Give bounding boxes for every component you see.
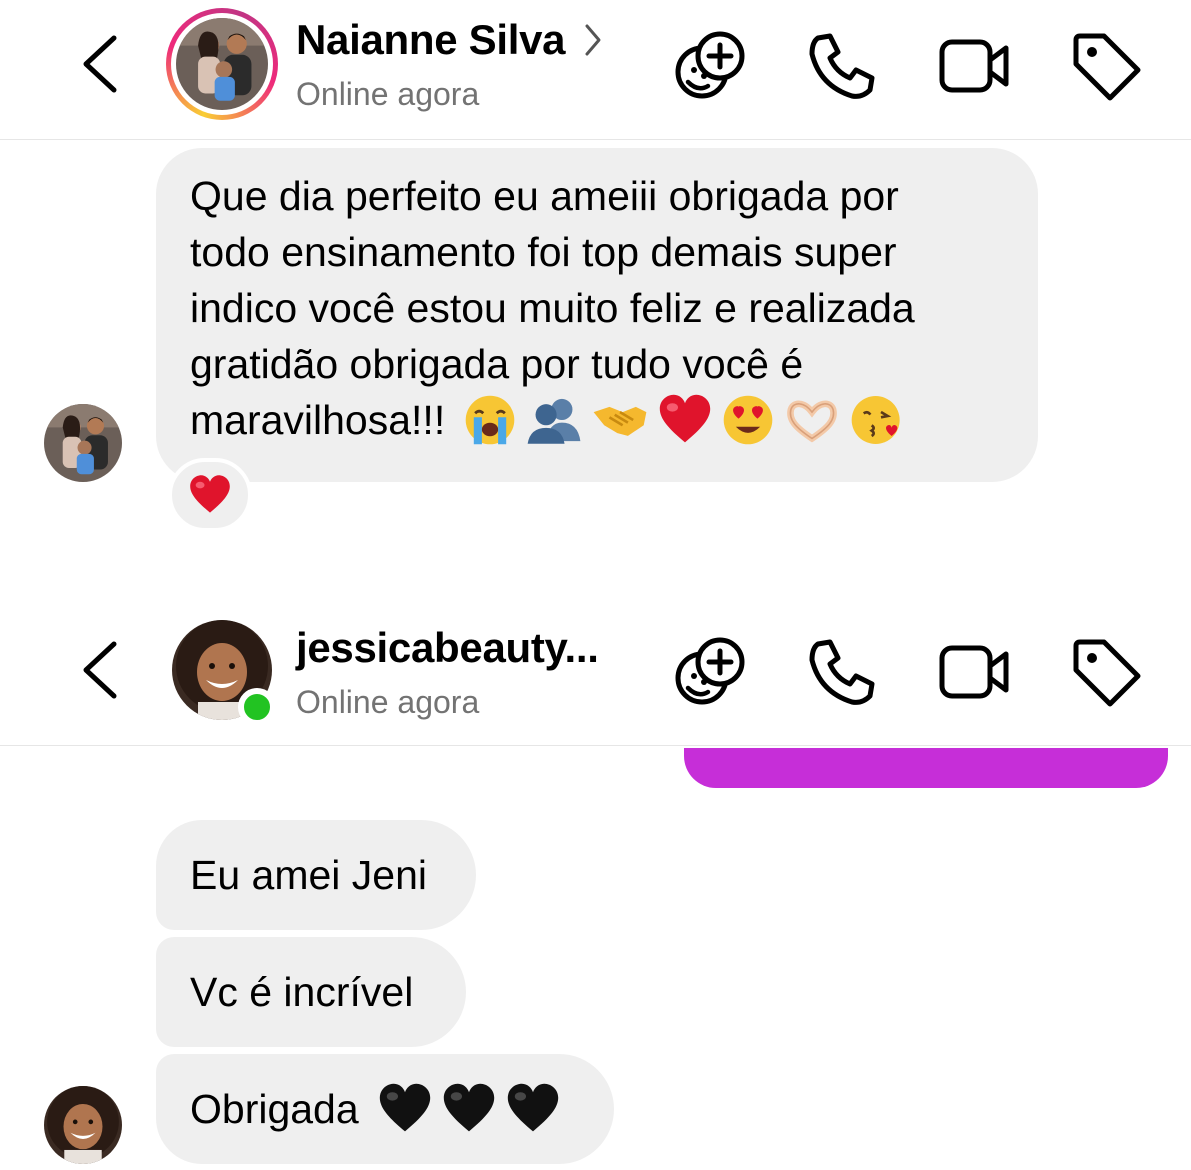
message-line: gratidão obrigada por tudo você é <box>190 341 804 387</box>
tag-icon[interactable] <box>1068 634 1144 710</box>
sender-avatar[interactable] <box>44 1086 122 1164</box>
sender-avatar[interactable] <box>44 404 122 482</box>
contact-avatar-story-ring[interactable] <box>166 8 278 120</box>
red-heart-icon <box>188 473 232 517</box>
contact-name: jessicabeauty... <box>296 624 599 671</box>
contact-name: Naianne Silva <box>296 16 566 63</box>
video-icon[interactable] <box>936 28 1012 104</box>
online-status: Online agora <box>296 684 480 720</box>
video-icon[interactable] <box>936 634 1012 710</box>
kiss-face-icon <box>851 396 900 444</box>
handshake-icon <box>593 406 647 436</box>
message-reaction[interactable] <box>168 458 252 532</box>
back-arrow-icon[interactable] <box>76 640 124 700</box>
chat-header-1: Naianne Silva Online agora <box>0 0 1191 140</box>
received-message-bubble[interactable]: Vc é incrível <box>156 937 466 1047</box>
tag-icon[interactable] <box>1068 28 1144 104</box>
heart-hands-icon <box>787 400 838 443</box>
heart-eyes-face-icon <box>723 395 773 445</box>
message-text: Eu amei Jeni <box>190 852 428 898</box>
message-text: Vc é incrível <box>190 969 414 1015</box>
add-effect-icon[interactable] <box>672 28 748 104</box>
crying-face-icon <box>465 395 515 445</box>
sent-message-bubble[interactable] <box>684 748 1168 788</box>
received-message-bubble[interactable]: Obrigada <box>156 1054 614 1164</box>
red-heart-icon <box>657 392 713 448</box>
online-status: Online agora <box>296 76 480 112</box>
message-line: Que dia perfeito eu ameiii obrigada por <box>190 173 899 219</box>
black-heart-icon <box>377 1081 433 1137</box>
received-message-bubble[interactable]: Eu amei Jeni <box>156 820 476 930</box>
message-line: todo ensinamento foi top demais super <box>190 229 897 275</box>
contact-name-row[interactable]: jessicabeauty... <box>296 624 599 672</box>
online-indicator <box>238 688 276 726</box>
message-line: maravilhosa!!! <box>190 397 446 443</box>
message-line: indico você estou muito feliz e realizad… <box>190 285 915 331</box>
black-heart-icon <box>441 1081 497 1137</box>
black-heart-icon <box>505 1081 561 1137</box>
phone-icon[interactable] <box>804 634 880 710</box>
avatar <box>176 18 268 110</box>
busts-silhouette-icon <box>527 398 581 444</box>
add-effect-icon[interactable] <box>672 634 748 710</box>
received-message-bubble[interactable]: Que dia perfeito eu ameiii obrigada por … <box>156 148 1038 482</box>
message-text: Obrigada <box>190 1086 359 1132</box>
contact-name-row[interactable]: Naianne Silva <box>296 16 605 64</box>
phone-icon[interactable] <box>804 28 880 104</box>
back-arrow-icon[interactable] <box>76 34 124 94</box>
chevron-right-icon <box>581 20 605 60</box>
